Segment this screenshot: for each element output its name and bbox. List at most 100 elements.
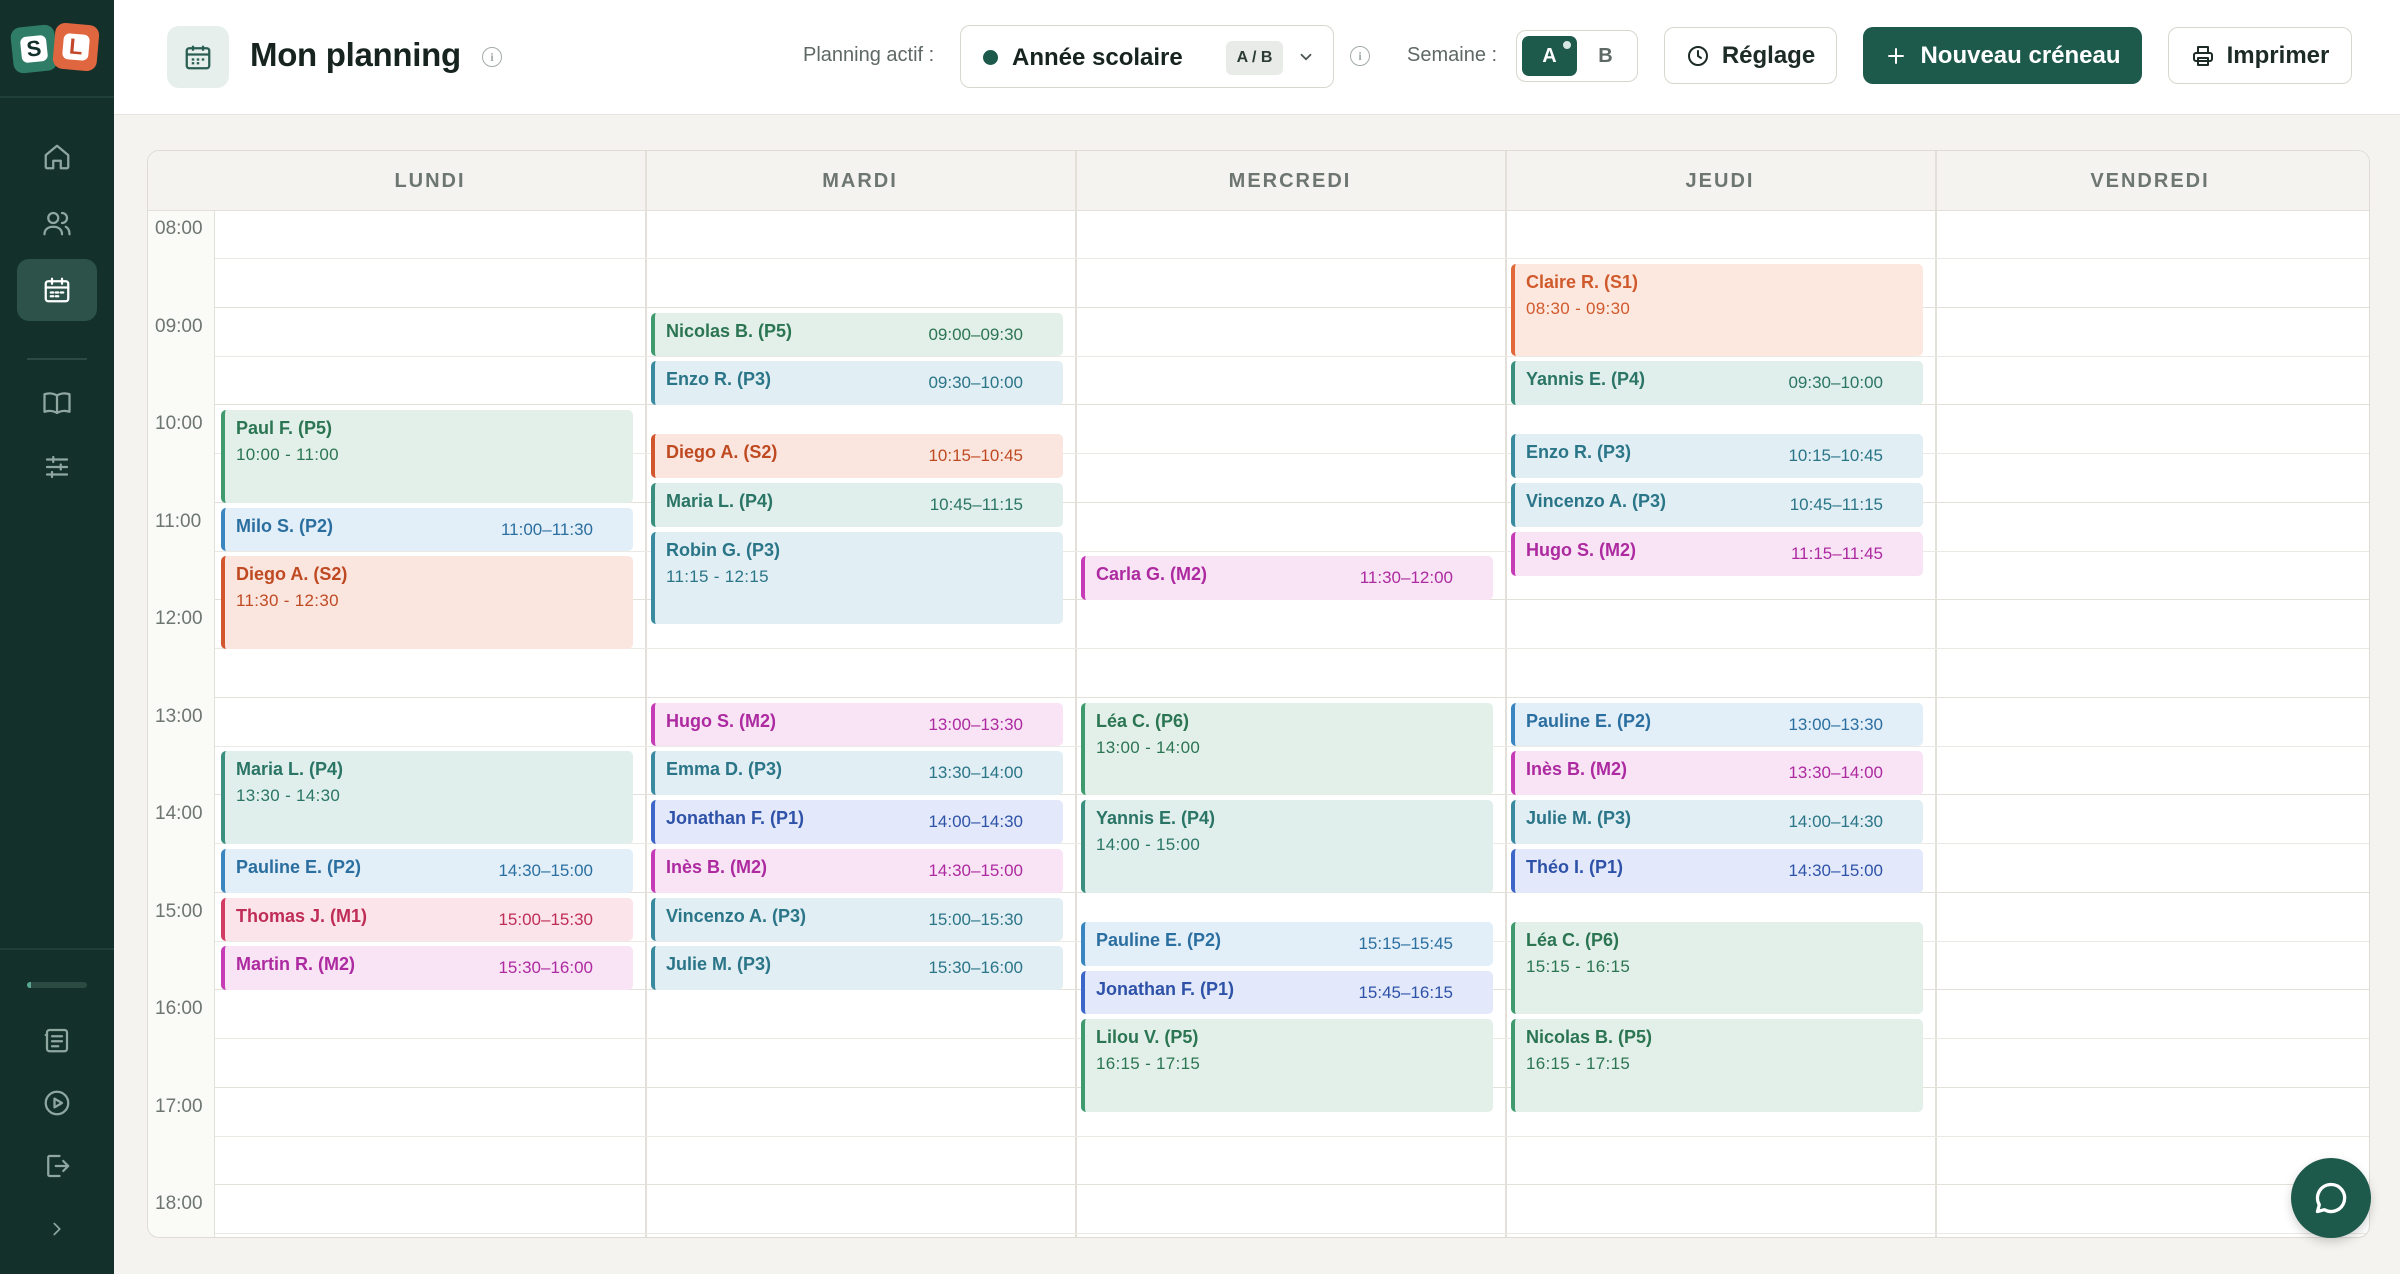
time-label: 11:00 [155, 510, 202, 532]
day-column-divider [1505, 151, 1507, 1237]
slot-time-range: 10:45–11:15 [1789, 495, 1883, 515]
schedule-slot[interactable]: Thomas J. (M1) 15:00–15:30 [221, 897, 633, 942]
time-label: 10:00 [155, 413, 203, 434]
planning-ab-badge: A / B [1226, 41, 1283, 75]
page-title: Mon planning [250, 36, 461, 73]
schedule-slot[interactable]: Pauline E. (P2) 15:15–15:45 [1081, 921, 1493, 966]
schedule-slot[interactable]: Diego A. (S2) 10:15–10:45 [651, 434, 1063, 479]
schedule-slot[interactable]: Inès B. (M2) 13:30–14:00 [1511, 751, 1923, 795]
time-gridline [215, 404, 2369, 406]
planning-select[interactable]: Année scolaire A / B [960, 25, 1334, 88]
schedule-slot[interactable]: Nicolas B. (P5) 16:15 - 17:15 [1511, 1019, 1923, 1112]
nav-library[interactable] [17, 372, 97, 434]
time-label: 16:00 [155, 998, 203, 1019]
day-header-tuesday: MARDI [822, 169, 898, 192]
week-a-label: A [1542, 44, 1557, 67]
nav-settings[interactable] [17, 436, 97, 498]
day-header-thursday: JEUDI [1685, 169, 1755, 192]
schedule-slot[interactable]: Yannis E. (P4) 09:30–10:00 [1511, 361, 1923, 405]
schedule-slot[interactable]: Carla G. (M2) 11:30–12:00 [1081, 556, 1493, 600]
logo-tile-l: L [52, 22, 100, 72]
schedule-slot[interactable]: Robin G. (P3) 11:15 - 12:15 [651, 531, 1063, 625]
slot-student-name: Maria L. (P4) [236, 759, 344, 780]
schedule-slot[interactable]: Jonathan F. (P1) 15:45–16:15 [1081, 970, 1493, 1015]
slot-time-range: 15:15 - 16:15 [1526, 956, 1631, 976]
time-label: 12:00 [155, 608, 203, 629]
week-toggle: A B [1516, 30, 1638, 82]
schedule-slot[interactable]: Julie M. (P3) 15:30–16:00 [651, 946, 1063, 990]
sidebar-divider [0, 948, 114, 950]
day-header-wednesday: MERCREDI [1228, 169, 1352, 192]
slot-time-range: 14:30–15:00 [1788, 860, 1883, 880]
schedule-slot[interactable]: Hugo S. (M2) 11:15–11:45 [1511, 531, 1923, 576]
nav-students[interactable] [17, 192, 97, 254]
day-header-row: LUNDI MARDI MERCREDI JEUDI VENDREDI [148, 151, 2369, 211]
schedule-slot[interactable]: Léa C. (P6) 15:15 - 16:15 [1511, 921, 1923, 1015]
slot-time-range: 13:00 - 14:00 [1096, 737, 1201, 757]
schedule-slot[interactable]: Maria L. (P4) 10:45–11:15 [651, 483, 1063, 527]
page-header: Mon planning i Planning actif : Année sc… [114, 0, 2400, 115]
schedule-slot[interactable]: Claire R. (S1) 08:30 - 09:30 [1511, 263, 1923, 357]
slot-time-range: 13:30–14:00 [1788, 763, 1883, 783]
schedule-slot[interactable]: Emma D. (P3) 13:30–14:00 [651, 751, 1063, 795]
slot-time-range: 09:00–09:30 [928, 324, 1023, 344]
slot-time-range: 16:15 - 17:15 [1526, 1054, 1631, 1074]
slot-time-range: 14:00–14:30 [1788, 812, 1883, 831]
slot-student-name: Diego A. (S2) [236, 564, 348, 585]
slot-time-range: 13:00–13:30 [928, 714, 1023, 734]
chat-button[interactable] [2291, 1158, 2371, 1238]
schedule-slot[interactable]: Paul F. (P5) 10:00 - 11:00 [221, 410, 633, 503]
week-a-button[interactable]: A [1522, 36, 1577, 76]
schedule-slot[interactable]: Hugo S. (M2) 13:00–13:30 [651, 702, 1063, 747]
week-b-button[interactable]: B [1578, 36, 1633, 76]
settings-button[interactable]: Réglage [1664, 27, 1837, 84]
nav-home[interactable] [17, 126, 97, 188]
slot-time-range: 15:00–15:30 [498, 909, 593, 929]
nav-planning[interactable] [17, 259, 97, 321]
day-header-friday: VENDREDI [2090, 169, 2210, 192]
schedule-slot[interactable]: Enzo R. (P3) 10:15–10:45 [1511, 434, 1923, 479]
chevron-down-icon [1300, 53, 1312, 61]
slot-time-range: 13:00–13:30 [1788, 714, 1883, 734]
nav-tutorials[interactable] [17, 1072, 97, 1134]
clock-icon [1687, 45, 1708, 66]
slot-time-range: 13:30–14:00 [928, 763, 1023, 783]
slot-student-name: Robin G. (P3) [666, 539, 780, 560]
slot-student-name: Nicolas B. (P5) [1526, 1027, 1653, 1048]
schedule-slot[interactable]: Lilou V. (P5) 16:15 - 17:15 [1081, 1019, 1493, 1112]
new-slot-button[interactable]: Nouveau créneau [1863, 27, 2142, 84]
schedule-slot[interactable]: Maria L. (P4) 13:30 - 14:30 [221, 751, 633, 844]
time-label: 18:00 [155, 1193, 203, 1214]
schedule-slot[interactable]: Inès B. (M2) 14:30–15:00 [651, 848, 1063, 893]
schedule-slot[interactable]: Nicolas B. (P5) 09:00–09:30 [651, 312, 1063, 357]
schedule-slot[interactable]: Julie M. (P3) 14:00–14:30 [1511, 800, 1923, 844]
schedule-slot[interactable]: Léa C. (P6) 13:00 - 14:00 [1081, 702, 1493, 795]
schedule-slot[interactable]: Milo S. (P2) 11:00–11:30 [221, 507, 633, 552]
schedule-slot[interactable]: Enzo R. (P3) 09:30–10:00 [651, 361, 1063, 405]
schedule-slot[interactable]: Vincenzo A. (P3) 15:00–15:30 [651, 897, 1063, 942]
schedule-slot[interactable]: Yannis E. (P4) 14:00 - 15:00 [1081, 800, 1493, 893]
sidebar-divider [27, 358, 87, 360]
schedule-slot[interactable]: Vincenzo A. (P3) 10:45–11:15 [1511, 483, 1923, 527]
schedule-slot[interactable]: Jonathan F. (P1) 14:00–14:30 [651, 800, 1063, 844]
app-logo[interactable]: S L [9, 22, 102, 75]
slot-time-range: 10:15–10:45 [1788, 446, 1883, 466]
time-label: 17:00 [155, 1095, 203, 1117]
slot-time-range: 16:15 - 17:15 [1096, 1054, 1201, 1074]
plus-icon [1888, 47, 1905, 64]
planning-info-icon[interactable]: i [1350, 46, 1370, 66]
schedule-slot[interactable]: Martin R. (M2) 15:30–16:00 [221, 946, 633, 990]
nav-reports[interactable] [17, 1009, 97, 1071]
time-gridline [215, 1233, 2369, 1234]
schedule-slot[interactable]: Diego A. (S2) 11:30 - 12:30 [221, 556, 633, 649]
day-column-divider [1935, 151, 1937, 1237]
new-slot-button-label: Nouveau créneau [1920, 41, 2121, 69]
print-button[interactable]: Imprimer [2168, 27, 2352, 84]
title-info-icon[interactable]: i [482, 47, 502, 67]
schedule-slot[interactable]: Théo I. (P1) 14:30–15:00 [1511, 848, 1923, 893]
sidebar-expand-button[interactable] [17, 1198, 97, 1260]
schedule-slot[interactable]: Pauline E. (P2) 13:00–13:30 [1511, 702, 1923, 747]
schedule-slot[interactable]: Pauline E. (P2) 14:30–15:00 [221, 848, 633, 893]
nav-logout[interactable] [17, 1135, 97, 1197]
planning-select-value: Année scolaire [1012, 44, 1183, 71]
